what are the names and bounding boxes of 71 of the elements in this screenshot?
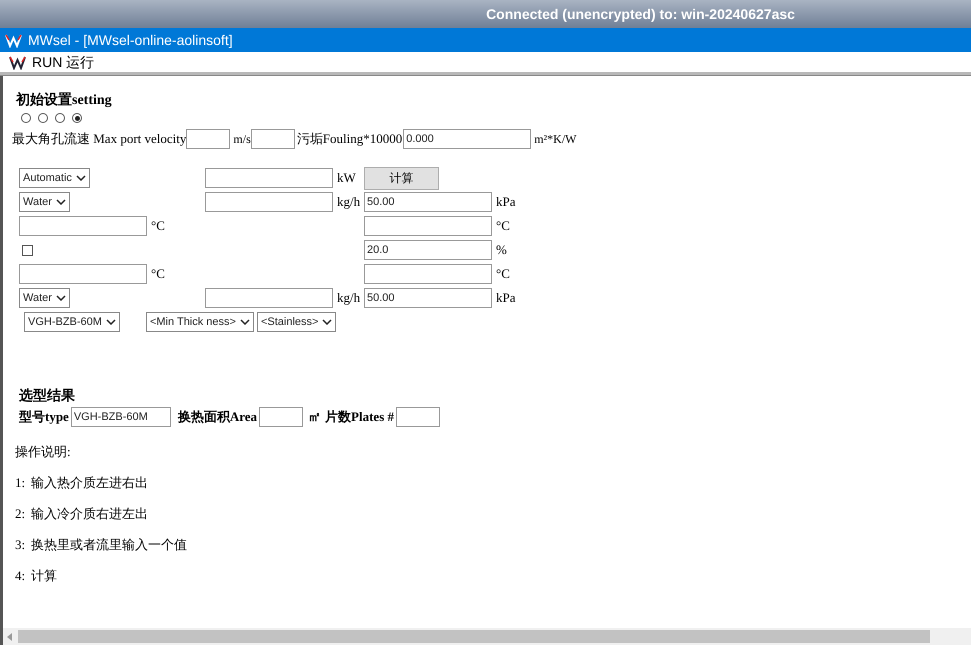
caret-icon: [56, 295, 66, 301]
unit-label: kW: [337, 169, 356, 188]
unit-label: kg/h: [337, 289, 360, 308]
step-text: 计算: [31, 567, 58, 586]
step-text: 换热里或者流里输入一个值: [31, 536, 188, 554]
input-field[interactable]: [364, 264, 492, 284]
field-label: 换热面积Area: [178, 408, 258, 426]
input-field[interactable]: [396, 407, 440, 427]
app-logo-icon: [5, 32, 22, 48]
radio-button[interactable]: [38, 113, 48, 123]
menu-item[interactable]: RUN 运行: [32, 52, 94, 72]
input-field[interactable]: [205, 288, 333, 308]
input-field[interactable]: 50.00: [364, 288, 492, 308]
unit-label: kg/h: [337, 193, 360, 212]
section-heading: 初始设置setting: [14, 90, 113, 107]
app-logo-icon: [9, 54, 26, 70]
input-field[interactable]: 0.000: [403, 129, 532, 149]
input-field[interactable]: [19, 264, 147, 284]
step-text: 输入冷介质右进左出: [31, 505, 148, 524]
unit-label: m²*K/W: [534, 131, 576, 148]
unit-label: kPa: [496, 289, 516, 308]
caret-icon: [240, 319, 250, 325]
step-number: 1:: [15, 474, 26, 492]
radio-button[interactable]: [72, 113, 82, 123]
unit-label: °C: [496, 217, 510, 236]
section-heading: 选型结果: [18, 387, 76, 406]
dropdown[interactable]: Automatic: [19, 168, 90, 188]
caret-icon: [106, 319, 116, 325]
input-field[interactable]: [250, 129, 295, 149]
unit-label: %: [496, 241, 507, 260]
input-field[interactable]: [205, 192, 333, 212]
field-label: 污垢Fouling*10000: [296, 130, 402, 148]
unit-label: °C: [496, 265, 510, 284]
input-field[interactable]: 50.00: [364, 192, 492, 212]
dropdown[interactable]: <Min Thick ness>: [146, 312, 254, 332]
input-field[interactable]: VGH-BZB-60M: [70, 407, 171, 427]
calculate-button[interactable]: 计算: [364, 166, 439, 190]
caret-icon: [76, 175, 86, 181]
dropdown[interactable]: VGH-BZB-60M: [24, 312, 120, 332]
caret-icon: [56, 199, 66, 205]
step-number: 2:: [15, 505, 26, 524]
unit-label: °C: [151, 217, 165, 236]
input-field[interactable]: [205, 168, 333, 188]
dropdown[interactable]: <Stainless>: [256, 312, 336, 332]
scrollbar-thumb[interactable]: [18, 630, 930, 643]
checkbox[interactable]: [22, 244, 33, 256]
dropdown[interactable]: Water: [19, 288, 70, 308]
unit-label: ㎡: [308, 408, 322, 426]
input-field[interactable]: [186, 129, 230, 149]
instructions-heading: 操作说明:: [14, 443, 72, 461]
field-label: 最大角孔流速 Max port velocity: [12, 130, 186, 148]
scroll-left-icon[interactable]: [7, 632, 13, 640]
radio-button[interactable]: [55, 113, 65, 123]
input-field[interactable]: [259, 407, 304, 427]
unit-label: kPa: [496, 193, 516, 212]
connection-title: Connected (unencrypted) to: win-20240627asc: [486, 4, 795, 24]
horizontal-scrollbar[interactable]: [3, 628, 971, 645]
radio-button[interactable]: [21, 113, 31, 123]
input-field[interactable]: [19, 216, 147, 236]
input-field[interactable]: 20.0: [364, 240, 492, 260]
step-text: 输入热介质左进右出: [31, 474, 148, 492]
dropdown[interactable]: Water: [19, 192, 70, 212]
input-field[interactable]: [364, 216, 492, 236]
window-title: MWsel - [MWsel-online-aolinsoft]: [28, 30, 233, 50]
field-label: 型号type: [19, 408, 69, 426]
unit-label: m/s: [233, 131, 251, 148]
unit-label: °C: [151, 265, 165, 284]
field-label: 片数Plates #: [325, 408, 394, 426]
caret-icon: [322, 319, 332, 325]
step-number: 3:: [15, 536, 26, 554]
step-number: 4:: [15, 567, 26, 586]
